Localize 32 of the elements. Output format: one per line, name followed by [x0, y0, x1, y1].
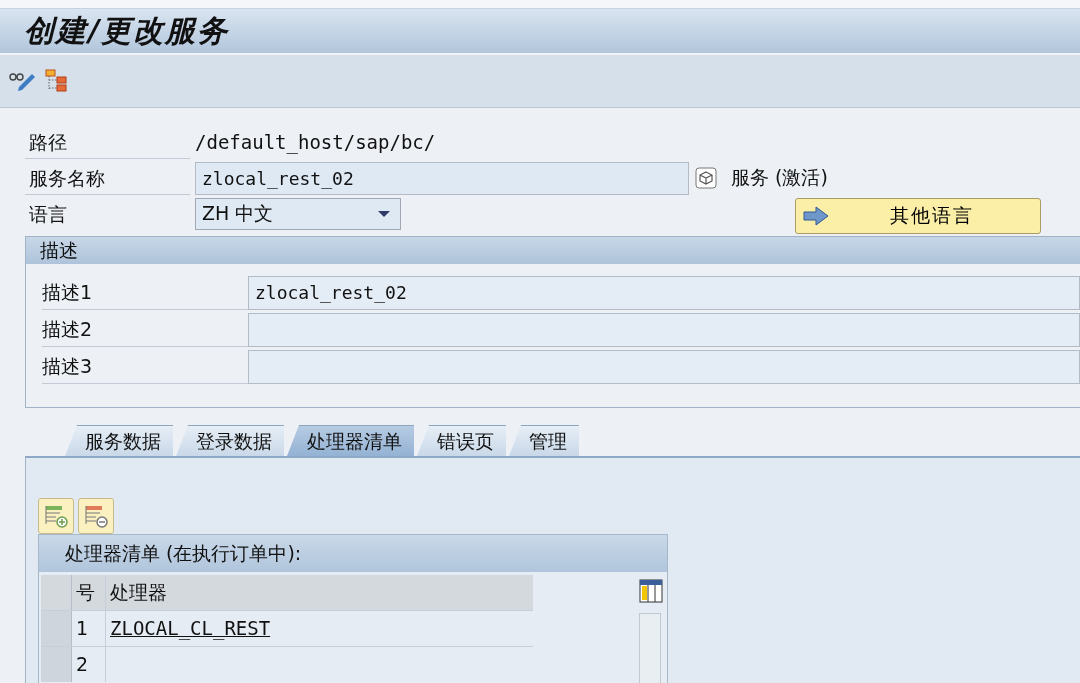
field-label: 服务名称: [25, 161, 190, 195]
field-label: 语言: [28, 202, 68, 227]
path-value: /default_host/sap/bc/: [195, 131, 436, 153]
language-dropdown[interactable]: ZH 中文: [195, 198, 401, 230]
dropdown-arrow-icon: [378, 210, 390, 218]
description-field[interactable]: [248, 349, 1080, 384]
scrollbar[interactable]: [639, 613, 661, 683]
table-title: 处理器清单 (在执行订单中):: [65, 542, 302, 564]
table-cell: 2: [72, 647, 106, 682]
tab[interactable]: 服务数据: [65, 425, 173, 456]
description-field[interactable]: zlocal_rest_02: [248, 275, 1080, 310]
tab[interactable]: 处理器清单: [287, 425, 414, 456]
window-title: 创建/更改服务: [24, 11, 229, 50]
add-row-button[interactable]: [38, 498, 74, 534]
other-languages-button[interactable]: 其他语言: [795, 198, 1041, 234]
description-field[interactable]: [248, 312, 1080, 347]
column-settings-icon[interactable]: [639, 579, 663, 603]
hierarchy-icon[interactable]: [44, 69, 68, 93]
service-status: 服务 (激活): [731, 165, 828, 190]
tab[interactable]: 管理: [509, 425, 579, 456]
cube-icon[interactable]: [695, 167, 717, 189]
column-header: 号: [72, 575, 106, 610]
column-header: 处理器: [106, 575, 533, 610]
handler-link[interactable]: ZLOCAL_CL_REST: [106, 611, 533, 646]
tab[interactable]: 登录数据: [176, 425, 284, 456]
field-label: 路径: [25, 125, 190, 159]
tab[interactable]: 错误页: [417, 425, 506, 456]
table-cell: 1: [72, 611, 106, 646]
delete-row-button[interactable]: [78, 498, 114, 534]
arrow-right-icon: [802, 206, 830, 226]
group-title: 描述: [40, 239, 78, 261]
service-name-field[interactable]: zlocal_rest_02: [195, 161, 689, 195]
